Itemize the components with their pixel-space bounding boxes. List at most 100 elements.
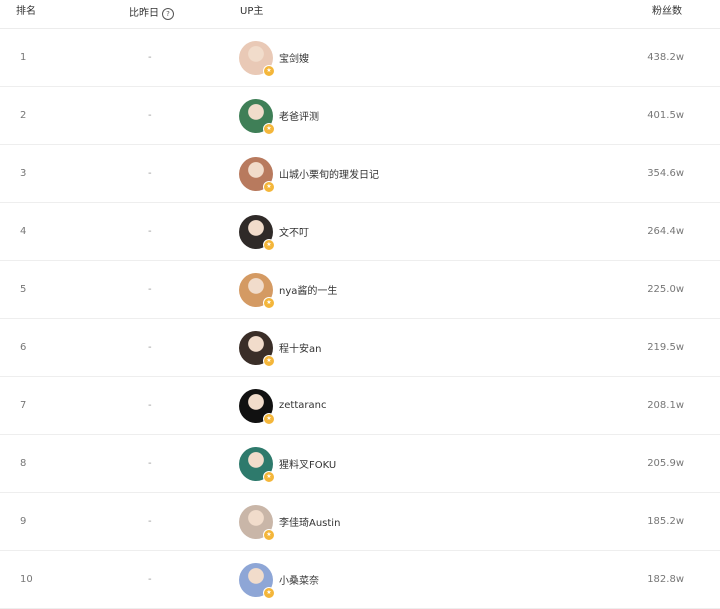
up-name-link[interactable]: 李佳琦Austin	[279, 514, 340, 529]
table-row[interactable]: 10 - ★ 小桑菜奈 182.8w	[0, 551, 720, 609]
level-badge-icon: ★	[263, 354, 275, 367]
table-row[interactable]: 3 - ★ 山城小栗旬的理发日记 354.6w	[0, 145, 720, 203]
change-value: -	[148, 458, 152, 469]
rank-cell: 10	[20, 551, 40, 608]
fans-value: 185.2w	[647, 516, 684, 527]
avatar[interactable]: ★	[239, 446, 275, 483]
table-row[interactable]: 1 - ★ 宝剑嫂 438.2w	[0, 29, 720, 87]
avatar[interactable]: ★	[239, 156, 275, 193]
change-value: -	[148, 168, 152, 179]
up-name-link[interactable]: 老爸评测	[279, 108, 319, 123]
rank-value: 9	[20, 516, 27, 527]
table-row[interactable]: 7 - ★ zettaranc 208.1w	[0, 377, 720, 435]
rank-cell: 8	[20, 435, 40, 492]
fans-cell: 182.8w	[647, 551, 684, 608]
level-badge-icon: ★	[263, 412, 275, 425]
level-badge-icon: ★	[263, 180, 275, 193]
up-cell[interactable]: ★ nya酱的一生	[239, 261, 337, 318]
change-cell: -	[148, 435, 152, 492]
rank-value: 5	[20, 284, 27, 295]
up-cell[interactable]: ★ 文不叮	[239, 203, 309, 260]
table-row[interactable]: 6 - ★ 程十安an 219.5w	[0, 319, 720, 377]
up-cell[interactable]: ★ 李佳琦Austin	[239, 493, 340, 550]
up-name-link[interactable]: 文不叮	[279, 224, 309, 239]
up-name-link[interactable]: zettaranc	[279, 400, 326, 411]
up-name-link[interactable]: nya酱的一生	[279, 282, 337, 297]
fans-value: 205.9w	[647, 458, 684, 469]
change-cell: -	[148, 145, 152, 202]
table-row[interactable]: 5 - ★ nya酱的一生 225.0w	[0, 261, 720, 319]
level-badge-icon: ★	[263, 64, 275, 77]
level-badge-icon: ★	[263, 470, 275, 483]
table-header: 排名 比昨日 ? UP主 粉丝数	[0, 0, 720, 29]
up-cell[interactable]: ★ 老爸评测	[239, 87, 319, 144]
avatar[interactable]: ★	[239, 98, 275, 135]
table-row[interactable]: 2 - ★ 老爸评测 401.5w	[0, 87, 720, 145]
avatar[interactable]: ★	[239, 330, 275, 367]
rank-cell: 4	[20, 203, 40, 260]
change-value: -	[148, 342, 152, 353]
up-name-link[interactable]: 山城小栗旬的理发日记	[279, 166, 379, 181]
avatar[interactable]: ★	[239, 504, 275, 541]
change-cell: -	[148, 203, 152, 260]
rank-value: 6	[20, 342, 27, 353]
fans-value: 208.1w	[647, 400, 684, 411]
fans-cell: 401.5w	[647, 87, 684, 144]
level-badge-icon: ★	[263, 586, 275, 599]
header-change: 比昨日 ?	[129, 0, 174, 28]
rank-cell: 7	[20, 377, 40, 434]
fans-cell: 185.2w	[647, 493, 684, 550]
rank-value: 8	[20, 458, 27, 469]
rank-cell: 5	[20, 261, 40, 318]
avatar[interactable]: ★	[239, 40, 275, 77]
rank-cell: 9	[20, 493, 40, 550]
rank-cell: 3	[20, 145, 40, 202]
avatar[interactable]: ★	[239, 562, 275, 599]
up-cell[interactable]: ★ 山城小栗旬的理发日记	[239, 145, 379, 202]
header-rank: 排名	[16, 6, 36, 17]
up-name-link[interactable]: 程十安an	[279, 340, 321, 355]
change-cell: -	[148, 29, 152, 86]
avatar[interactable]: ★	[239, 388, 275, 425]
avatar[interactable]: ★	[239, 272, 275, 309]
question-icon[interactable]: ?	[162, 8, 174, 20]
level-badge-icon: ★	[263, 528, 275, 541]
rank-cell: 2	[20, 87, 40, 144]
up-name-link[interactable]: 宝剑嫂	[279, 50, 309, 65]
up-name-link[interactable]: 小桑菜奈	[279, 572, 319, 587]
up-cell[interactable]: ★ 宝剑嫂	[239, 29, 309, 86]
change-cell: -	[148, 87, 152, 144]
up-name-link[interactable]: 猩料叉FOKU	[279, 456, 336, 471]
up-cell[interactable]: ★ 程十安an	[239, 319, 321, 376]
rank-cell: 1	[20, 29, 40, 86]
table-row[interactable]: 8 - ★ 猩料叉FOKU 205.9w	[0, 435, 720, 493]
fans-cell: 438.2w	[647, 29, 684, 86]
change-cell: -	[148, 493, 152, 550]
up-cell[interactable]: ★ 小桑菜奈	[239, 551, 319, 608]
header-change-label: 比昨日	[129, 8, 159, 19]
fans-cell: 205.9w	[647, 435, 684, 492]
table-body: 1 - ★ 宝剑嫂 438.2w 2 - ★ 老爸评测 401.5w 3 - ★	[0, 29, 720, 609]
change-value: -	[148, 226, 152, 237]
rank-value: 10	[20, 574, 33, 585]
level-badge-icon: ★	[263, 238, 275, 251]
level-badge-icon: ★	[263, 296, 275, 309]
rank-value: 4	[20, 226, 27, 237]
fans-value: 438.2w	[647, 52, 684, 63]
avatar[interactable]: ★	[239, 214, 275, 251]
fans-cell: 264.4w	[647, 203, 684, 260]
change-value: -	[148, 52, 152, 63]
change-value: -	[148, 516, 152, 527]
rank-value: 7	[20, 400, 27, 411]
change-cell: -	[148, 319, 152, 376]
fans-value: 182.8w	[647, 574, 684, 585]
up-cell[interactable]: ★ zettaranc	[239, 377, 326, 434]
rank-value: 2	[20, 110, 27, 121]
level-badge-icon: ★	[263, 122, 275, 135]
up-cell[interactable]: ★ 猩料叉FOKU	[239, 435, 336, 492]
table-row[interactable]: 4 - ★ 文不叮 264.4w	[0, 203, 720, 261]
change-value: -	[148, 400, 152, 411]
change-cell: -	[148, 377, 152, 434]
fans-cell: 208.1w	[647, 377, 684, 434]
table-row[interactable]: 9 - ★ 李佳琦Austin 185.2w	[0, 493, 720, 551]
